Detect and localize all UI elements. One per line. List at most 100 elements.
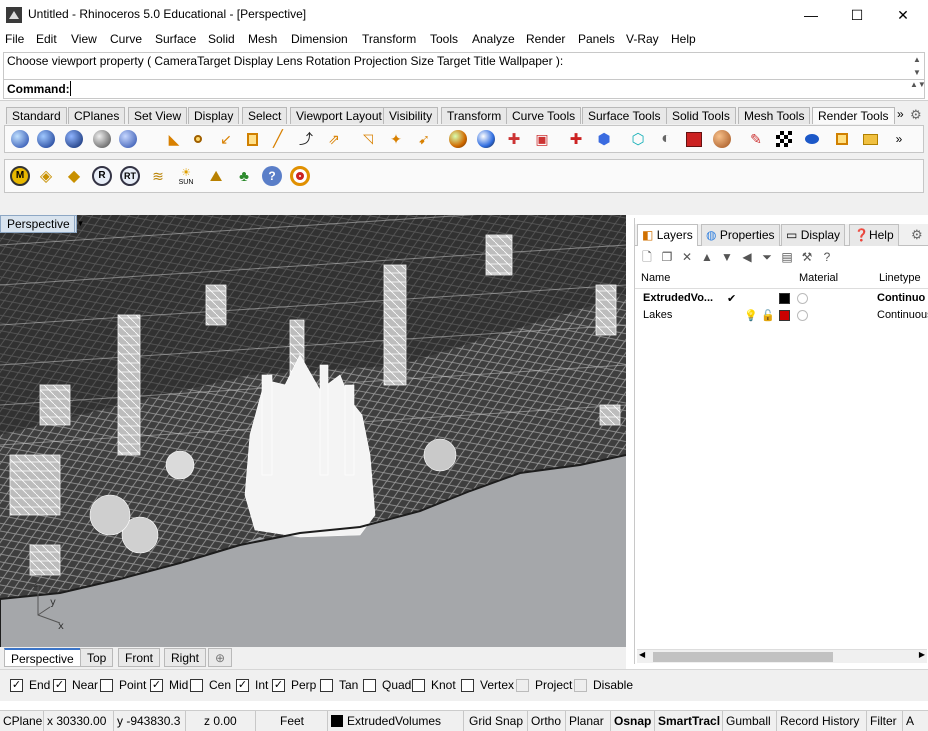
osnap-vertex-checkbox[interactable] (461, 678, 474, 692)
status-layer[interactable]: ExtrudedVolumes (328, 711, 464, 731)
panel-tab-properties[interactable]: ◍ Properties (701, 224, 780, 246)
status-units[interactable]: Feet (256, 711, 328, 731)
render-settings-icon[interactable] (683, 128, 705, 150)
menu-vray[interactable]: V-Ray (626, 32, 659, 46)
tab-surface-tools[interactable]: Surface Tools (582, 107, 667, 124)
osnap-near[interactable]: ✓ Near (53, 678, 98, 692)
osnap-vertex[interactable]: Vertex (461, 678, 514, 692)
menu-solid[interactable]: Solid (208, 32, 235, 46)
move-down-icon[interactable]: ▼ (719, 249, 735, 265)
osnap-int[interactable]: ✓ Int (236, 678, 268, 692)
point-light-icon[interactable] (187, 128, 209, 150)
osnap-disable[interactable]: Disable (574, 678, 633, 692)
close-button[interactable]: ✕ (880, 0, 926, 30)
tab-standard[interactable]: Standard (6, 107, 67, 124)
light-edit-icon[interactable]: ⇗ (323, 128, 345, 150)
command-history-scrollbar[interactable]: ▲ ▼ (910, 53, 924, 79)
command-line-scrollbar[interactable]: ▲▼ (910, 80, 926, 98)
tab-mesh-tools[interactable]: Mesh Tools (738, 107, 811, 124)
osnap-end-checkbox[interactable]: ✓ (10, 678, 23, 692)
status-cplane[interactable]: CPlane (0, 711, 44, 731)
osnap-tan[interactable]: Tan (320, 678, 358, 692)
menu-view[interactable]: View (71, 32, 97, 46)
osnap-disable-checkbox[interactable] (574, 678, 587, 692)
tab-render-tools[interactable]: Render Tools (812, 107, 895, 124)
status-filter[interactable]: Filter (867, 711, 903, 731)
osnap-point-checkbox[interactable] (100, 678, 113, 692)
maximize-button[interactable]: ☐ (834, 0, 880, 30)
panel-tab-layers[interactable]: ◧ Layers (637, 224, 698, 246)
tab-curve-tools[interactable]: Curve Tools (506, 107, 582, 124)
texture-mapping-icon[interactable]: ✚ (503, 128, 525, 150)
osnap-near-checkbox[interactable]: ✓ (53, 678, 66, 692)
osnap-perp[interactable]: ✓ Perp (272, 678, 316, 692)
tab-visibility[interactable]: Visibility (383, 107, 439, 124)
status-planar[interactable]: Planar (566, 711, 611, 731)
osnap-mid-checkbox[interactable]: ✓ (150, 678, 163, 692)
folder-icon[interactable] (859, 128, 881, 150)
hatch-icon[interactable]: ≋ (147, 165, 169, 187)
help-icon[interactable]: ? (261, 165, 283, 187)
render-sphere-icon[interactable] (35, 128, 57, 150)
chevron-right-icon[interactable]: » (888, 128, 910, 150)
perspective-viewport[interactable]: Perspective ▼ z y x (0, 215, 626, 647)
light-hotspot-icon[interactable]: ◹ (357, 128, 379, 150)
menu-render[interactable]: Render (526, 32, 565, 46)
target-icon[interactable] (289, 165, 311, 187)
spotlight-icon[interactable]: ◣ (163, 128, 185, 150)
render-sphere-blue-icon[interactable] (9, 128, 31, 150)
menu-tools[interactable]: Tools (430, 32, 458, 46)
material-editor-icon[interactable] (447, 128, 469, 150)
menu-help[interactable]: Help (671, 32, 696, 46)
scroll-left-icon[interactable]: ◀ (639, 650, 645, 659)
tab-solid-tools[interactable]: Solid Tools (666, 107, 736, 124)
viewport-menu-chevron-icon[interactable]: ▼ (74, 216, 86, 232)
menu-panels[interactable]: Panels (578, 32, 615, 46)
environment-map-icon[interactable]: ♣ (233, 165, 255, 187)
col-name[interactable]: Name (641, 272, 670, 284)
realtime-render-icon[interactable]: RT (119, 165, 141, 187)
directional-light-icon[interactable]: ↙ (215, 128, 237, 150)
layer-material[interactable] (797, 310, 808, 321)
menu-analyze[interactable]: Analyze (472, 32, 515, 46)
vp-tab-front[interactable]: Front (118, 648, 161, 667)
panel-gear-icon[interactable]: ⚙ (911, 227, 923, 243)
menu-mesh[interactable]: Mesh (248, 32, 277, 46)
osnap-cen-checkbox[interactable] (190, 678, 203, 692)
light-direction-icon[interactable]: ➹ (413, 128, 435, 150)
osnap-project-checkbox[interactable] (516, 678, 529, 692)
move-parent-icon[interactable]: ◀ (739, 249, 755, 265)
col-material[interactable]: Material (799, 272, 838, 284)
tab-set-view[interactable]: Set View (128, 107, 188, 124)
render-r-icon[interactable]: R (91, 165, 113, 187)
menu-dimension[interactable]: Dimension (291, 32, 348, 46)
status-osnap[interactable]: Osnap (611, 711, 655, 731)
osnap-project[interactable]: Project (516, 678, 572, 692)
layer-states-icon[interactable]: ▤ (779, 249, 795, 265)
render-region-icon[interactable] (117, 128, 139, 150)
col-linetype[interactable]: Linetype (879, 272, 921, 284)
sun-settings-icon[interactable]: ☀ SUN (175, 165, 197, 187)
rectangular-light-icon[interactable] (241, 128, 263, 150)
skylight-icon[interactable]: ⛰ (205, 165, 227, 187)
menu-file[interactable]: File (5, 32, 24, 46)
status-gumball[interactable]: Gumball (723, 711, 777, 731)
tab-select[interactable]: Select (242, 107, 288, 124)
osnap-int-checkbox[interactable]: ✓ (236, 678, 249, 692)
menu-transform[interactable]: Transform (362, 32, 416, 46)
tab-viewport-layout[interactable]: Viewport Layout (290, 107, 388, 124)
osnap-end[interactable]: ✓ End (10, 678, 50, 692)
status-grid-snap[interactable]: Grid Snap (466, 711, 528, 731)
tab-display[interactable]: Display (188, 107, 240, 124)
osnap-cen[interactable]: Cen (190, 678, 231, 692)
sun-icon[interactable]: ◐ (655, 128, 677, 150)
status-record-history[interactable]: Record History (777, 711, 867, 731)
render-preview-icon[interactable] (63, 128, 85, 150)
layer-material[interactable] (797, 293, 808, 304)
scroll-thumb[interactable] (653, 652, 833, 662)
texture-icon[interactable]: ⬡ (627, 128, 649, 150)
material-library-icon[interactable] (475, 128, 497, 150)
rhino-app-icon[interactable] (6, 7, 22, 23)
osnap-mid[interactable]: ✓ Mid (150, 678, 188, 692)
gear-icon[interactable]: ⚙ (910, 107, 922, 123)
